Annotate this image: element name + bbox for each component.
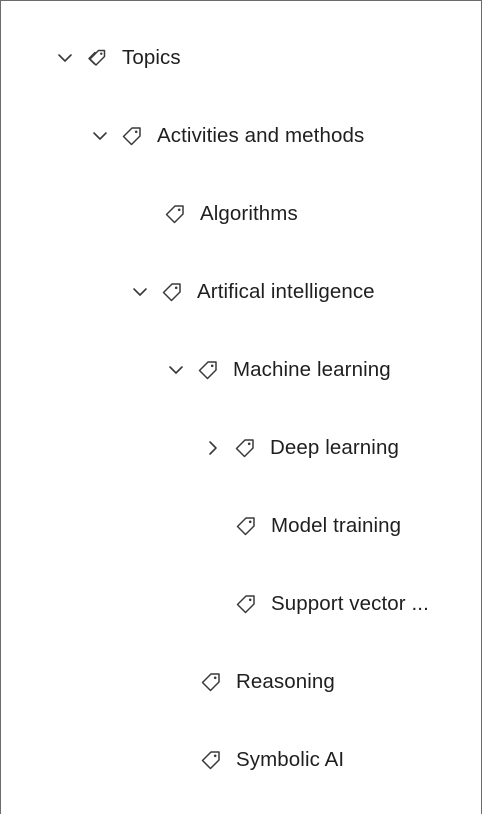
tree-item-label: Topics xyxy=(122,46,181,69)
tree-item-machine-learning[interactable]: Machine learning xyxy=(167,353,391,387)
tree-item-symbolic-ai[interactable]: Symbolic AI xyxy=(170,743,344,777)
chevron-down-icon[interactable] xyxy=(167,361,185,379)
tag-icon xyxy=(164,203,186,225)
tree-item-label: Deep learning xyxy=(270,436,399,459)
tree-item-label: Activities and methods xyxy=(157,124,365,147)
tree-item-label: Machine learning xyxy=(233,358,391,381)
tags-icon xyxy=(86,47,108,69)
tree-item-label: Algorithms xyxy=(200,202,298,225)
tag-icon xyxy=(234,437,256,459)
tag-icon xyxy=(235,515,257,537)
tree-item-reasoning[interactable]: Reasoning xyxy=(170,665,335,699)
tree-item-label: Reasoning xyxy=(236,670,335,693)
chevron-down-icon[interactable] xyxy=(91,127,109,145)
tag-icon xyxy=(200,749,222,771)
tag-icon xyxy=(200,671,222,693)
chevron-right-icon[interactable] xyxy=(204,439,222,457)
tag-icon xyxy=(235,593,257,615)
tag-tree-panel: Topics Activities and methods Algorithms xyxy=(0,0,482,814)
tag-icon xyxy=(161,281,183,303)
tag-icon xyxy=(121,125,143,147)
tree-item-artifical-intelligence[interactable]: Artifical intelligence xyxy=(131,275,375,309)
tree-item-deep-learning[interactable]: Deep learning xyxy=(204,431,399,465)
tree-item-activities-and-methods[interactable]: Activities and methods xyxy=(91,119,364,153)
tree-item-label: Model training xyxy=(271,514,402,537)
tree-item-algorithms[interactable]: Algorithms xyxy=(134,197,298,231)
tree-item-label: Symbolic AI xyxy=(236,748,345,771)
tree-item-model-training[interactable]: Model training xyxy=(205,509,401,543)
tree-item-label: Artifical intelligence xyxy=(197,280,375,303)
tree-item-label: Support vector ... xyxy=(271,592,429,615)
chevron-down-icon[interactable] xyxy=(131,283,149,301)
tree-item-support-vector[interactable]: Support vector ... xyxy=(205,587,429,621)
tag-icon xyxy=(197,359,219,381)
tree-item-topics[interactable]: Topics xyxy=(56,41,181,75)
chevron-down-icon[interactable] xyxy=(56,49,74,67)
